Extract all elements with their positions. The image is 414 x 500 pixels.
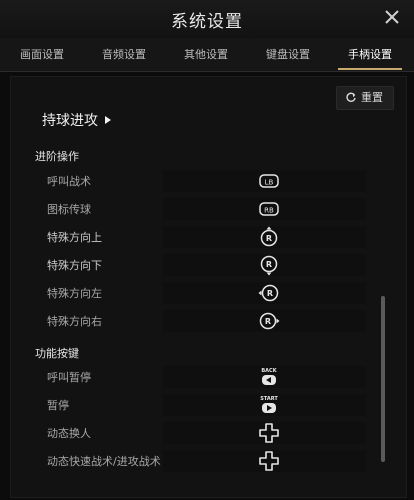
- stick-text: R: [266, 234, 272, 243]
- tab-keyboard[interactable]: 键盘设置: [252, 38, 324, 72]
- tab-bar: 画面设置 音频设置 其他设置 键盘设置 手柄设置: [0, 38, 414, 72]
- row-label: 特殊方向上: [47, 231, 102, 244]
- row-label: 特殊方向左: [47, 287, 102, 300]
- tab-audio[interactable]: 音频设置: [88, 38, 160, 72]
- dpad-icon[interactable]: [257, 449, 281, 473]
- start-button-icon[interactable]: START: [257, 393, 281, 417]
- start-text: START: [260, 396, 278, 402]
- table-row[interactable]: 特殊方向上 R: [33, 226, 368, 248]
- right-stick-down-icon[interactable]: R: [257, 253, 281, 277]
- rb-text: RB: [264, 207, 274, 215]
- table-row[interactable]: 呼叫暂停 BACK: [33, 366, 368, 388]
- stick-text: R: [267, 289, 273, 298]
- row-label: 动态快速战术/进攻战术: [47, 455, 161, 468]
- row-label: 呼叫暂停: [47, 371, 91, 384]
- table-row[interactable]: 特殊方向下 R: [33, 254, 368, 276]
- lb-button-icon[interactable]: LB: [257, 169, 281, 193]
- group-title: 持球进攻: [42, 113, 98, 129]
- row-label: 动态换人: [47, 427, 91, 440]
- stick-text: R: [265, 317, 271, 326]
- reset-label: 重置: [361, 91, 383, 104]
- tab-controller[interactable]: 手柄设置: [334, 38, 406, 72]
- table-row[interactable]: 特殊方向左 R: [33, 282, 368, 304]
- tab-divider: [0, 71, 414, 72]
- title-bar: 系统设置: [0, 0, 414, 38]
- scrollbar[interactable]: [381, 296, 385, 462]
- table-row[interactable]: 动态快速战术/进攻战术: [33, 450, 368, 472]
- table-row[interactable]: 呼叫战术 LB: [33, 170, 368, 192]
- right-stick-right-icon[interactable]: R: [257, 309, 281, 333]
- tab-other[interactable]: 其他设置: [170, 38, 242, 72]
- row-label: 图标传球: [47, 203, 91, 216]
- lb-text: LB: [265, 179, 274, 187]
- window-title: 系统设置: [171, 12, 243, 32]
- row-label: 特殊方向右: [47, 315, 102, 328]
- stick-text: R: [266, 260, 272, 269]
- table-row[interactable]: 特殊方向右 R: [33, 310, 368, 332]
- table-row[interactable]: 暂停 START: [33, 394, 368, 416]
- row-label: 特殊方向下: [47, 259, 102, 272]
- right-stick-left-icon[interactable]: R: [257, 281, 281, 305]
- row-label: 呼叫战术: [47, 175, 91, 188]
- scrollbar-thumb[interactable]: [381, 296, 385, 462]
- right-stick-up-icon[interactable]: R: [257, 225, 281, 249]
- row-label: 暂停: [47, 399, 69, 412]
- play-arrow-icon: [105, 116, 111, 124]
- dpad-icon[interactable]: [257, 421, 281, 445]
- table-row[interactable]: 动态换人: [33, 422, 368, 444]
- reset-button[interactable]: 重置: [336, 86, 394, 110]
- back-button-icon[interactable]: BACK: [257, 365, 281, 389]
- table-row[interactable]: 图标传球 RB: [33, 198, 368, 220]
- section-title-function-keys: 功能按键: [35, 347, 79, 360]
- tab-display[interactable]: 画面设置: [6, 38, 78, 72]
- refresh-icon: [346, 92, 356, 102]
- section-title-advanced: 进阶操作: [35, 150, 79, 163]
- back-text: BACK: [261, 368, 277, 374]
- rb-button-icon[interactable]: RB: [257, 197, 281, 221]
- group-header-ball-offense[interactable]: 持球进攻: [42, 110, 112, 130]
- close-icon[interactable]: [382, 7, 402, 27]
